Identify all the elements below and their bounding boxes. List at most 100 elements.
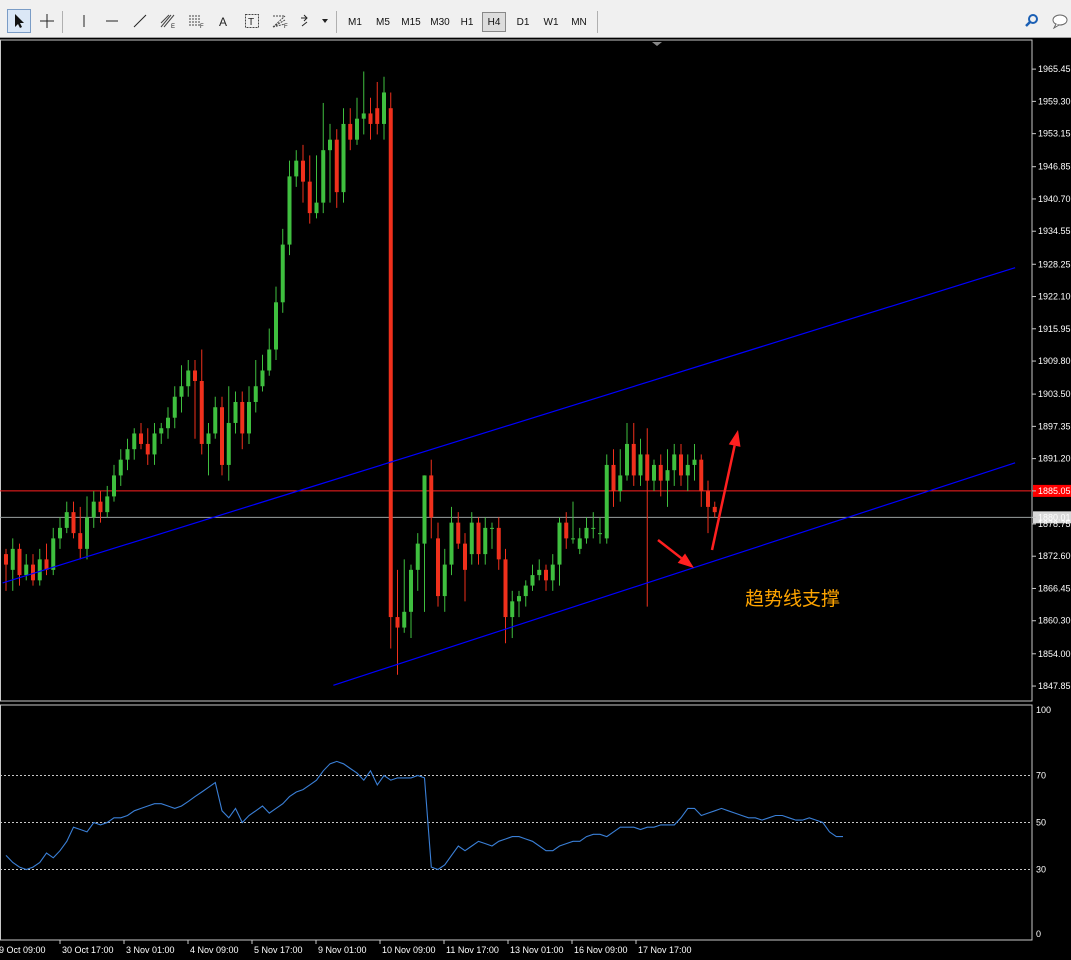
- candle: [436, 522, 440, 607]
- candle: [321, 102, 326, 214]
- candle-body: [253, 386, 258, 402]
- price-axis-label: 1854.00: [1038, 649, 1071, 659]
- candle-body: [10, 548, 15, 570]
- candle: [550, 554, 555, 591]
- candle: [658, 454, 663, 497]
- candle-body: [307, 181, 312, 214]
- candle-body: [4, 554, 8, 565]
- candle: [672, 443, 677, 486]
- candle-body: [611, 464, 616, 492]
- arrow-shaft: [710, 445, 736, 551]
- candle-body: [78, 533, 83, 549]
- candle-body: [395, 617, 400, 628]
- price-axis-label: 1897.35: [1038, 421, 1071, 431]
- candle: [490, 522, 494, 549]
- candle: [145, 428, 150, 465]
- price-axis-label: 1953.15: [1038, 129, 1071, 139]
- candle-body: [213, 407, 218, 434]
- candle-body: [652, 464, 656, 481]
- candle-body: [321, 150, 326, 203]
- candle: [679, 443, 683, 486]
- candle-body: [591, 527, 596, 529]
- candle-body: [145, 443, 150, 455]
- candle-body: [402, 611, 407, 628]
- candle-body: [382, 92, 386, 124]
- candle: [118, 449, 123, 486]
- candle: [58, 517, 62, 549]
- candle-body: [267, 349, 272, 371]
- candle-body: [496, 527, 501, 560]
- candle-body: [220, 407, 224, 465]
- candle: [159, 422, 164, 444]
- candle-body: [577, 538, 582, 549]
- candle-body: [260, 370, 265, 387]
- candle: [557, 517, 562, 586]
- time-axis-label: 30 Oct 17:00: [62, 945, 114, 955]
- candle: [71, 501, 76, 539]
- candle-body: [604, 464, 609, 539]
- candle-body: [409, 569, 413, 612]
- candle: [409, 564, 413, 639]
- oscillator-axis-label: 0: [1036, 929, 1041, 939]
- candle: [692, 443, 697, 481]
- main-pane-frame: [0, 39, 1033, 702]
- candle: [91, 491, 96, 528]
- candle-body: [112, 475, 116, 497]
- candle: [125, 438, 130, 471]
- price-axis-label: 1928.25: [1038, 259, 1071, 269]
- candle-body: [375, 108, 380, 124]
- candle-body: [199, 380, 204, 444]
- candle: [699, 454, 704, 507]
- candle: [64, 501, 69, 534]
- candle-body: [638, 454, 643, 476]
- candle: [368, 97, 373, 140]
- candle-body: [139, 433, 143, 444]
- arrow-head: [677, 553, 694, 568]
- candle: [530, 564, 535, 591]
- price-chart[interactable]: 1965.45 1959.30 1953.15 1946.85 1940.70 1934.…: [0, 0, 1071, 960]
- candle: [294, 150, 299, 187]
- candle-body: [557, 522, 562, 565]
- candle-body: [361, 113, 366, 119]
- time-axis-label: 5 Nov 17:00: [254, 945, 303, 955]
- candle-body: [132, 433, 137, 450]
- candle: [17, 543, 22, 586]
- candle-body: [523, 585, 528, 597]
- candle-body: [456, 522, 461, 544]
- candle-body: [422, 475, 427, 544]
- candle-body: [274, 302, 278, 350]
- candle-body: [415, 543, 420, 570]
- candle: [98, 491, 103, 523]
- trend-support-annotation: 趋势线支撑: [745, 588, 840, 610]
- candle: [334, 129, 339, 208]
- candle-body: [692, 459, 697, 465]
- candle: [314, 155, 319, 219]
- time-axis-label: 29 Oct 09:00: [0, 945, 46, 955]
- candle: [226, 386, 231, 481]
- candle: [429, 459, 434, 539]
- candle: [199, 349, 204, 455]
- candle-body: [571, 538, 575, 540]
- candle: [253, 360, 258, 413]
- candle: [591, 512, 596, 539]
- candle: [280, 228, 285, 313]
- candle: [152, 422, 157, 465]
- candle-body: [625, 443, 629, 476]
- price-axis-label: 1934.55: [1038, 226, 1071, 236]
- candle-body: [564, 522, 569, 539]
- candle-body: [226, 422, 231, 465]
- candle-body: [193, 370, 197, 381]
- candle: [274, 286, 278, 361]
- candle: [537, 559, 542, 581]
- candle-body: [172, 396, 177, 418]
- candle: [442, 548, 447, 612]
- candle: [213, 396, 218, 439]
- candle: [355, 97, 359, 145]
- candle: [260, 354, 265, 392]
- candle-body: [91, 501, 96, 518]
- candle-body: [341, 123, 346, 193]
- candle-body: [469, 522, 474, 555]
- candle: [476, 517, 481, 565]
- candle: [206, 422, 211, 476]
- candle-body: [179, 386, 184, 397]
